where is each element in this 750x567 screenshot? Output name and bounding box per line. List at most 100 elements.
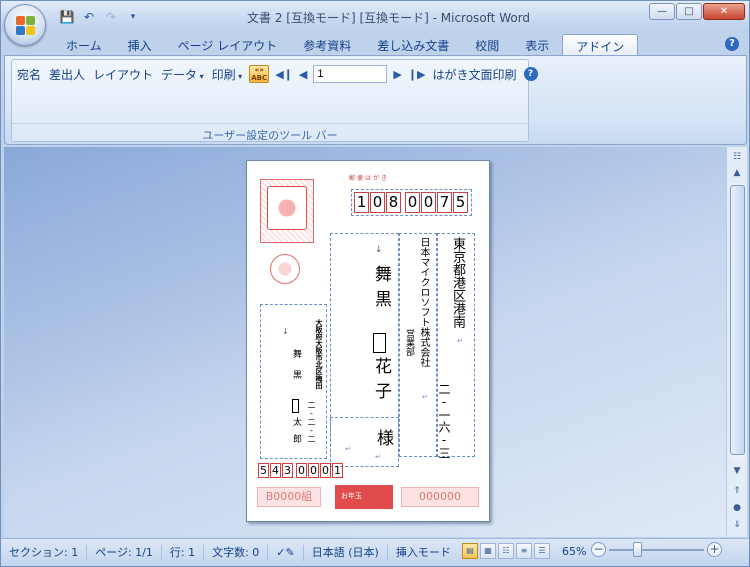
tab-addins[interactable]: アドイン	[562, 34, 639, 56]
zip-digit: 7	[437, 192, 452, 213]
undo-icon[interactable]: ↶	[81, 9, 97, 25]
zoom-in-icon[interactable]: +	[707, 542, 722, 557]
office-button[interactable]	[4, 4, 46, 46]
save-icon[interactable]: 💾	[59, 9, 75, 25]
record-number-input[interactable]	[313, 65, 388, 83]
tab-view[interactable]: 表示	[512, 34, 562, 56]
print-layout-view-icon[interactable]: ▤	[462, 543, 478, 559]
layout-button[interactable]: レイアウト	[92, 66, 154, 83]
zip-digit: 0	[405, 192, 420, 213]
status-page[interactable]: ページ: 1/1	[87, 544, 162, 561]
name-cursor	[373, 333, 386, 353]
quick-access-toolbar: 💾 ↶ ↷ ▾	[59, 8, 141, 26]
zip-digit: 0	[320, 463, 331, 478]
previous-record-icon[interactable]: ◀	[299, 68, 307, 81]
honorific: 様	[373, 429, 393, 446]
draft-view-icon[interactable]: ☰	[534, 543, 550, 559]
zoom-slider-thumb[interactable]	[633, 542, 642, 557]
next-record-icon[interactable]: ▶	[393, 68, 401, 81]
zip-digit: 1	[332, 463, 343, 478]
lottery-strip: B0000組 お年玉 000000	[257, 485, 481, 509]
close-button[interactable]: ✕	[703, 3, 745, 20]
data-menu[interactable]: データ ▾	[160, 66, 205, 83]
zip-digit: 5	[453, 192, 468, 213]
sender-address: 大阪府大阪市北区梅田	[315, 319, 323, 389]
ribbon: 宛名 差出人 レイアウト データ ▾ 印刷 ▾ «»ABC ◀❙ ◀ ▶ ❙▶ …	[4, 55, 747, 145]
zoom-out-icon[interactable]: −	[591, 542, 606, 557]
paragraph-mark-icon: ↵	[375, 453, 381, 461]
tab-page-layout[interactable]: ページ レイアウト	[165, 34, 291, 56]
scroll-track[interactable]	[730, 183, 745, 461]
data-label: データ	[161, 67, 198, 82]
last-record-icon[interactable]: ❙▶	[408, 68, 426, 81]
paragraph-mark-icon: ↵	[345, 445, 351, 453]
zip-digit: 8	[386, 192, 401, 213]
dropdown-arrow-icon: ▾	[235, 71, 243, 81]
postal-card-label: 郵便はがき	[349, 175, 390, 182]
zoom-slider-track[interactable]	[609, 549, 704, 551]
scroll-thumb[interactable]	[730, 185, 745, 455]
sender-button[interactable]: 差出人	[48, 66, 86, 83]
scroll-down-icon[interactable]: ▼	[729, 463, 745, 479]
vertical-scrollbar[interactable]: ☷ ▲ ▼ ⇑ ● ⇓	[726, 147, 747, 537]
zip-digit: 0	[421, 192, 436, 213]
minimize-button[interactable]: —	[649, 3, 675, 20]
print-label: 印刷	[211, 67, 236, 82]
zip-digit: 5	[258, 463, 269, 478]
status-word-count[interactable]: 文字数: 0	[204, 544, 269, 561]
recipient-address: 東京都港区港南	[450, 237, 465, 328]
maximize-button[interactable]: □	[676, 3, 702, 20]
status-language[interactable]: 日本語 (日本)	[304, 544, 388, 561]
help-icon[interactable]: ?	[725, 37, 739, 51]
next-page-icon[interactable]: ⇓	[729, 517, 745, 533]
postmark-image	[270, 254, 300, 284]
first-record-icon[interactable]: ◀❙	[275, 68, 293, 81]
group-label: ユーザー設定のツール バー	[12, 123, 528, 142]
paragraph-mark-icon: ↓	[375, 245, 383, 255]
zoom-level[interactable]: 65%	[562, 545, 586, 558]
paragraph-mark-icon: ↵	[457, 337, 463, 345]
postcard-page[interactable]: 郵便はがき 1 0 8 0 0 7 5 東京都港区港南 ↵ 二-一六-三 日本マ…	[246, 160, 490, 522]
status-line[interactable]: 行: 1	[162, 544, 205, 561]
zip-digit: 3	[282, 463, 293, 478]
sender-first-name: 太郎	[291, 417, 301, 451]
tab-mailings[interactable]: 差し込み文書	[364, 34, 462, 56]
print-menu[interactable]: 印刷 ▾	[211, 66, 244, 83]
tab-review[interactable]: 校閲	[462, 34, 512, 56]
tab-insert[interactable]: 挿入	[115, 34, 165, 56]
addin-toolbar: 宛名 差出人 レイアウト データ ▾ 印刷 ▾ «»ABC ◀❙ ◀ ▶ ❙▶ …	[16, 64, 538, 84]
full-screen-reading-icon[interactable]: ▦	[480, 543, 496, 559]
redo-icon[interactable]: ↷	[103, 9, 119, 25]
tab-home[interactable]: ホーム	[53, 34, 115, 56]
addressee-button[interactable]: 宛名	[16, 66, 42, 83]
zip-digit: 4	[270, 463, 281, 478]
lottery-group-number: B0000組	[257, 487, 321, 507]
recipient-zip[interactable]: 1 0 8 0 0 7 5	[351, 189, 472, 216]
status-section[interactable]: セクション: 1	[1, 544, 88, 561]
qat-menu-icon[interactable]: ▾	[125, 9, 141, 25]
browse-object-icon[interactable]: ●	[729, 500, 745, 516]
scroll-up-icon[interactable]: ▲	[729, 165, 745, 181]
abc-convert-icon[interactable]: «» ABC	[249, 65, 270, 83]
ruler-toggle-icon[interactable]: ☷	[729, 149, 745, 165]
outline-view-icon[interactable]: ≡	[516, 543, 532, 559]
previous-page-icon[interactable]: ⇑	[729, 483, 745, 499]
view-buttons: ▤ ▦ ☷ ≡ ☰	[462, 543, 550, 559]
window-controls: — □ ✕	[649, 3, 745, 20]
proofing-icon[interactable]: ✓✎	[268, 544, 304, 561]
status-insert-mode[interactable]: 挿入モード	[388, 545, 459, 561]
new-year-graphic: お年玉	[335, 485, 393, 509]
lottery-number: 000000	[401, 487, 479, 507]
sender-zip[interactable]: 5 4 3 0 0 0 1	[258, 463, 344, 478]
tab-references[interactable]: 参考資料	[290, 34, 364, 56]
web-layout-icon[interactable]: ☷	[498, 543, 514, 559]
toolbar-help-icon[interactable]: ?	[523, 67, 538, 81]
recipient-last-name: 舞黒	[371, 265, 391, 315]
office-logo-icon	[16, 16, 36, 36]
title-bar: 💾 ↶ ↷ ▾ 文書 2 [互換モード] [互換モード] - Microsoft…	[1, 1, 749, 32]
paragraph-mark-icon: ↓	[282, 327, 289, 336]
zip-digit: 0	[308, 463, 319, 478]
stamp-art	[267, 186, 307, 230]
print-front-button[interactable]: はがき文面印刷	[432, 66, 518, 83]
new-year-label: お年玉	[341, 492, 362, 500]
